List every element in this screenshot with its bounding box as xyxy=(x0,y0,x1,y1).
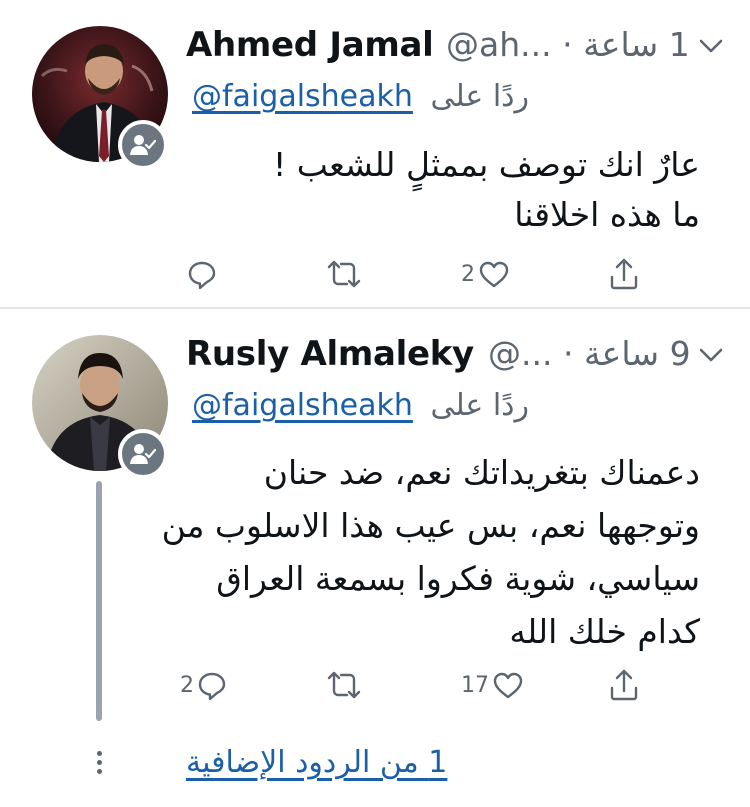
tweet-ahmed-jamal[interactable]: Ahmed Jamal @ah... · 1 ساعة @faigalsheak… xyxy=(0,0,750,308)
reply-icon xyxy=(188,261,216,290)
tweet-text-line: وتوجهها نعم، بس عيب هذا الاسلوب من xyxy=(161,506,700,545)
retweet-button[interactable] xyxy=(326,254,362,294)
reply-button[interactable]: 2 xyxy=(180,665,228,705)
heart-icon xyxy=(493,672,523,699)
replying-to-label: ردًا على xyxy=(430,79,530,114)
heart-icon xyxy=(479,261,509,288)
retweet-button[interactable] xyxy=(326,665,362,705)
retweet-icon xyxy=(327,260,361,288)
tweet-time[interactable]: 1 ساعة xyxy=(583,25,690,64)
author-name[interactable]: Ahmed Jamal xyxy=(186,25,434,65)
like-count: 2 xyxy=(461,261,475,287)
author-name[interactable]: Rusly Almaleky xyxy=(186,334,474,374)
handle-and-time: @... · 9 ساعة xyxy=(488,334,691,373)
tweet-rusly-almaleky[interactable]: Rusly Almaleky @... · 9 ساعة @faigalshea… xyxy=(0,309,750,807)
separator: · xyxy=(562,334,574,373)
like-button[interactable]: 2 xyxy=(461,254,511,294)
chevron-down-icon[interactable] xyxy=(698,345,724,365)
share-icon xyxy=(610,258,638,290)
tweet-text-line: كدام خلك الله xyxy=(509,612,700,651)
author-handle[interactable]: @... xyxy=(488,334,552,373)
reply-button[interactable] xyxy=(186,254,218,294)
share-button[interactable] xyxy=(608,254,640,294)
like-button[interactable]: 17 xyxy=(461,665,525,705)
reply-count: 2 xyxy=(180,672,194,698)
handle-and-time: @ah... · 1 ساعة xyxy=(446,25,690,64)
tweet-time[interactable]: 9 ساعة xyxy=(584,334,691,373)
follow-person-check-icon xyxy=(130,444,156,464)
follow-person-check-icon xyxy=(130,135,156,155)
author-handle[interactable]: @ah... xyxy=(446,25,552,64)
replying-to: @faigalsheakh ردًا على xyxy=(192,388,529,423)
show-more-replies-link[interactable]: 1 من الردود الإضافية xyxy=(186,745,447,780)
tweet-text: دعمناك بتغريداتك نعم، ضد حنان وتوجهها نع… xyxy=(162,446,700,658)
separator: · xyxy=(562,25,573,64)
tweet-text-line: دعمناك بتغريداتك نعم، ضد حنان xyxy=(263,453,700,492)
follow-badge xyxy=(118,429,168,479)
chevron-down-icon[interactable] xyxy=(698,36,724,56)
share-icon xyxy=(610,669,638,701)
replying-to-mention[interactable]: @faigalsheakh xyxy=(192,79,413,114)
tweet-text: عارٌ انك توصف بممثلٍ للشعب ! ما هذه اخلا… xyxy=(273,140,700,240)
more-replies-dots-icon xyxy=(97,751,103,778)
tweet-text-line: ما هذه اخلاقنا xyxy=(514,195,700,234)
share-button[interactable] xyxy=(608,665,640,705)
tweet-text-line: عارٌ انك توصف بممثلٍ للشعب ! xyxy=(273,145,700,184)
tweet-text-line: سياسي، شوية فكروا بسمعة العراق xyxy=(216,559,700,598)
like-count: 17 xyxy=(461,672,489,698)
replying-to: @faigalsheakh ردًا على xyxy=(192,79,529,114)
retweet-icon xyxy=(327,671,361,699)
replying-to-label: ردًا على xyxy=(430,388,530,423)
thread-connector-line xyxy=(96,481,102,721)
follow-badge xyxy=(118,120,168,170)
replying-to-mention[interactable]: @faigalsheakh xyxy=(192,388,413,423)
reply-icon xyxy=(198,672,226,701)
